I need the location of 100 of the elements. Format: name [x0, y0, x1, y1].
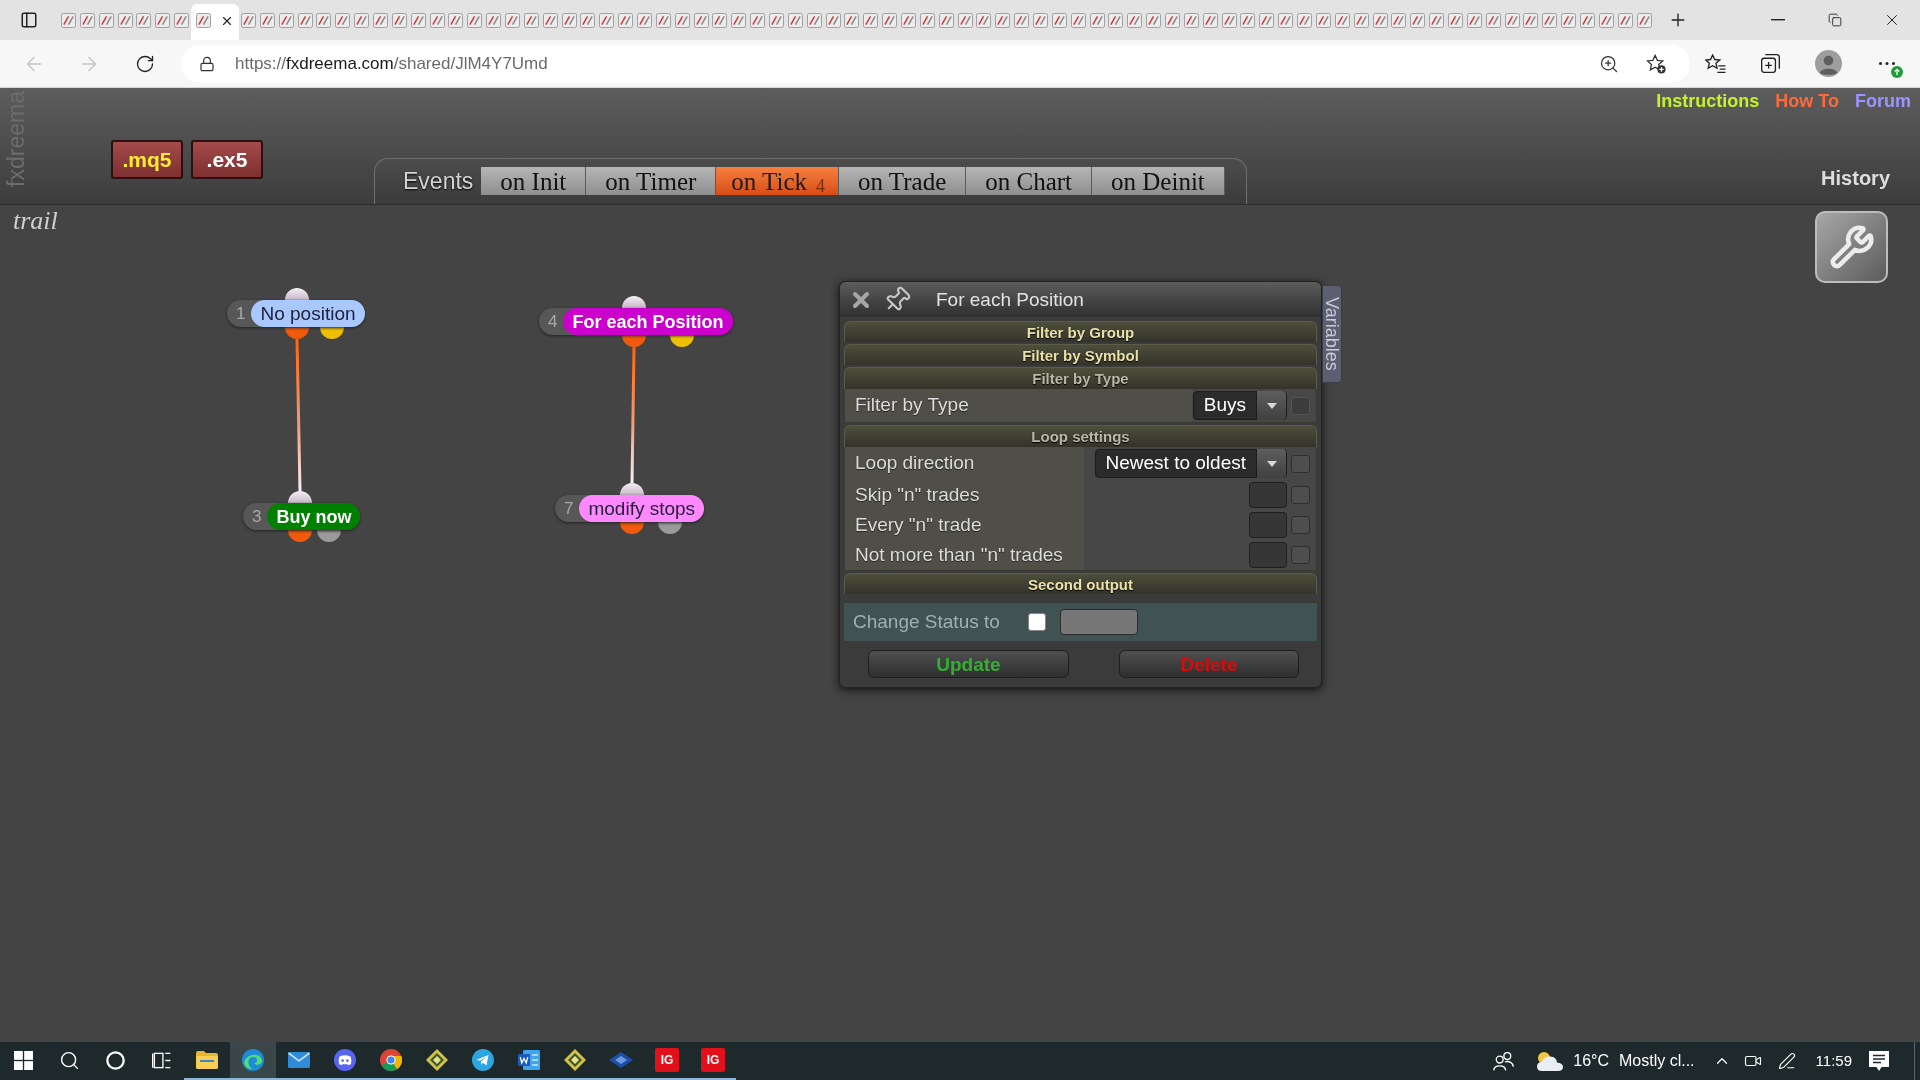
- field-label: Filter by Type: [845, 389, 1192, 422]
- block-node[interactable]: 1 No position: [227, 300, 365, 327]
- update-button[interactable]: Update: [868, 650, 1069, 678]
- variables-tab[interactable]: Variables: [1322, 285, 1342, 383]
- tab-favicon-icon: [1089, 12, 1105, 28]
- event-tab[interactable]: on Init: [481, 167, 587, 195]
- input-port[interactable]: [288, 491, 312, 503]
- block-node[interactable]: 7 modify stops: [555, 495, 705, 522]
- reload-icon: [135, 53, 155, 74]
- history-link[interactable]: History: [1821, 168, 1890, 188]
- section-header[interactable]: Loop settings: [844, 425, 1317, 447]
- field-label: Every "n" trade: [845, 510, 1084, 540]
- event-tab[interactable]: on Deinit: [1092, 167, 1225, 195]
- output-port[interactable]: [285, 327, 309, 339]
- paper-plane-icon: [472, 1049, 494, 1071]
- tab-favicon-icon: [117, 12, 133, 28]
- tab-favicon-icon: [599, 12, 615, 28]
- event-tab[interactable]: on Timer: [586, 167, 717, 195]
- tab-favicon-icon: [1240, 12, 1256, 28]
- tab-favicon-icon: [561, 12, 577, 28]
- block-label: Buy now: [267, 503, 361, 530]
- tab-favicon-icon: [429, 12, 445, 28]
- tab-favicon-icon: [787, 12, 803, 28]
- output-port[interactable]: [620, 522, 644, 534]
- tab-favicon-icon: [1278, 12, 1294, 28]
- tab-favicon-icon: [693, 12, 709, 28]
- weather-summary: Mostly cl...: [1619, 1051, 1695, 1071]
- output-port[interactable]: [317, 530, 341, 542]
- dropdown[interactable]: Buys: [1192, 391, 1287, 420]
- tab-favicon-icon: [1636, 12, 1652, 28]
- output-port[interactable]: [622, 335, 646, 347]
- field-label: Loop direction: [845, 447, 1084, 480]
- number-input[interactable]: [1249, 482, 1287, 508]
- section-header[interactable]: Filter by Group: [844, 321, 1317, 342]
- tab-favicon-icon: [504, 12, 520, 28]
- input-port[interactable]: [285, 288, 309, 300]
- tab-favicon-icon: [278, 12, 294, 28]
- wrench-icon: [1828, 224, 1875, 270]
- tab-favicon-icon: [806, 12, 822, 28]
- folder-icon: [196, 1051, 218, 1069]
- tab-favicon-icon: [1542, 12, 1558, 28]
- tab-favicon-icon: [580, 12, 596, 28]
- export-label: .ex5: [206, 149, 248, 170]
- tab-favicon-icon: [1485, 12, 1501, 28]
- tab-favicon-icon: [1447, 12, 1463, 28]
- tab-favicon-icon: [919, 12, 935, 28]
- tab-favicon-icon: [1523, 12, 1539, 28]
- block-number: 1: [235, 305, 247, 322]
- tab-favicon-icon: [1598, 12, 1614, 28]
- status-checkbox[interactable]: [1027, 613, 1046, 631]
- tab-favicon-icon: [769, 12, 784, 28]
- export-button[interactable]: .ex5: [191, 140, 263, 179]
- tab-favicon-icon: [618, 12, 634, 28]
- section-header[interactable]: Second output: [844, 573, 1317, 594]
- tools-button[interactable]: [1815, 211, 1888, 283]
- output-port[interactable]: [658, 522, 682, 534]
- tab-favicon-icon: [1014, 12, 1030, 28]
- block-node[interactable]: 4 For each Position: [539, 308, 733, 335]
- block-label: modify stops: [579, 495, 705, 522]
- zoom-in-icon: [1599, 53, 1619, 74]
- output-port[interactable]: [320, 327, 344, 339]
- block-label: For each Position: [563, 308, 733, 335]
- event-tab[interactable]: on Chart: [966, 167, 1093, 195]
- clock-text[interactable]: 11:59: [1815, 1049, 1852, 1073]
- event-tab[interactable]: on Trade: [839, 167, 967, 195]
- checkbox[interactable]: [1291, 516, 1310, 534]
- address-field[interactable]: https://fxdreema.com/shared/JlM4Y7Umd: [181, 44, 1690, 83]
- pen-icon: [1777, 1052, 1796, 1070]
- section-header[interactable]: Filter by Symbol: [844, 344, 1317, 365]
- dropdown[interactable]: Newest to oldest: [1094, 449, 1287, 478]
- tab-favicon-icon: [448, 12, 464, 28]
- status-input[interactable]: [1059, 609, 1138, 635]
- input-port[interactable]: [622, 296, 646, 308]
- output-port[interactable]: [670, 335, 694, 347]
- tab-favicon-icon: [1221, 12, 1237, 28]
- checkbox[interactable]: [1291, 454, 1310, 473]
- taskbar-button[interactable]: IG: [690, 1042, 736, 1080]
- checkbox[interactable]: [1291, 546, 1310, 564]
- tab-favicon-icon: [844, 12, 860, 28]
- restore-icon: [1827, 13, 1842, 27]
- block-label: No position: [251, 300, 365, 327]
- input-port[interactable]: [620, 483, 644, 495]
- star-list-icon: [1704, 54, 1726, 73]
- tab-favicon-icon: [410, 12, 426, 28]
- tab-favicon-icon: [60, 12, 76, 28]
- tab-favicon-icon: [712, 12, 728, 28]
- envelope-icon: [288, 1052, 310, 1068]
- number-input[interactable]: [1249, 542, 1287, 568]
- event-tab[interactable]: on Tick 4: [716, 167, 840, 195]
- checkbox[interactable]: [1291, 486, 1310, 504]
- export-button[interactable]: .mq5: [111, 140, 183, 179]
- taskbar-button[interactable]: IG: [644, 1042, 690, 1080]
- section-header[interactable]: Filter by Type: [844, 367, 1317, 389]
- header-link[interactable]: Instructions: [1656, 92, 1760, 110]
- block-node[interactable]: 3 Buy now: [243, 503, 361, 530]
- update-badge-icon: [1891, 65, 1903, 78]
- events-label: Events: [403, 169, 474, 193]
- tab-favicon-icon: [316, 12, 332, 28]
- number-input[interactable]: [1249, 512, 1287, 538]
- output-port[interactable]: [288, 530, 312, 542]
